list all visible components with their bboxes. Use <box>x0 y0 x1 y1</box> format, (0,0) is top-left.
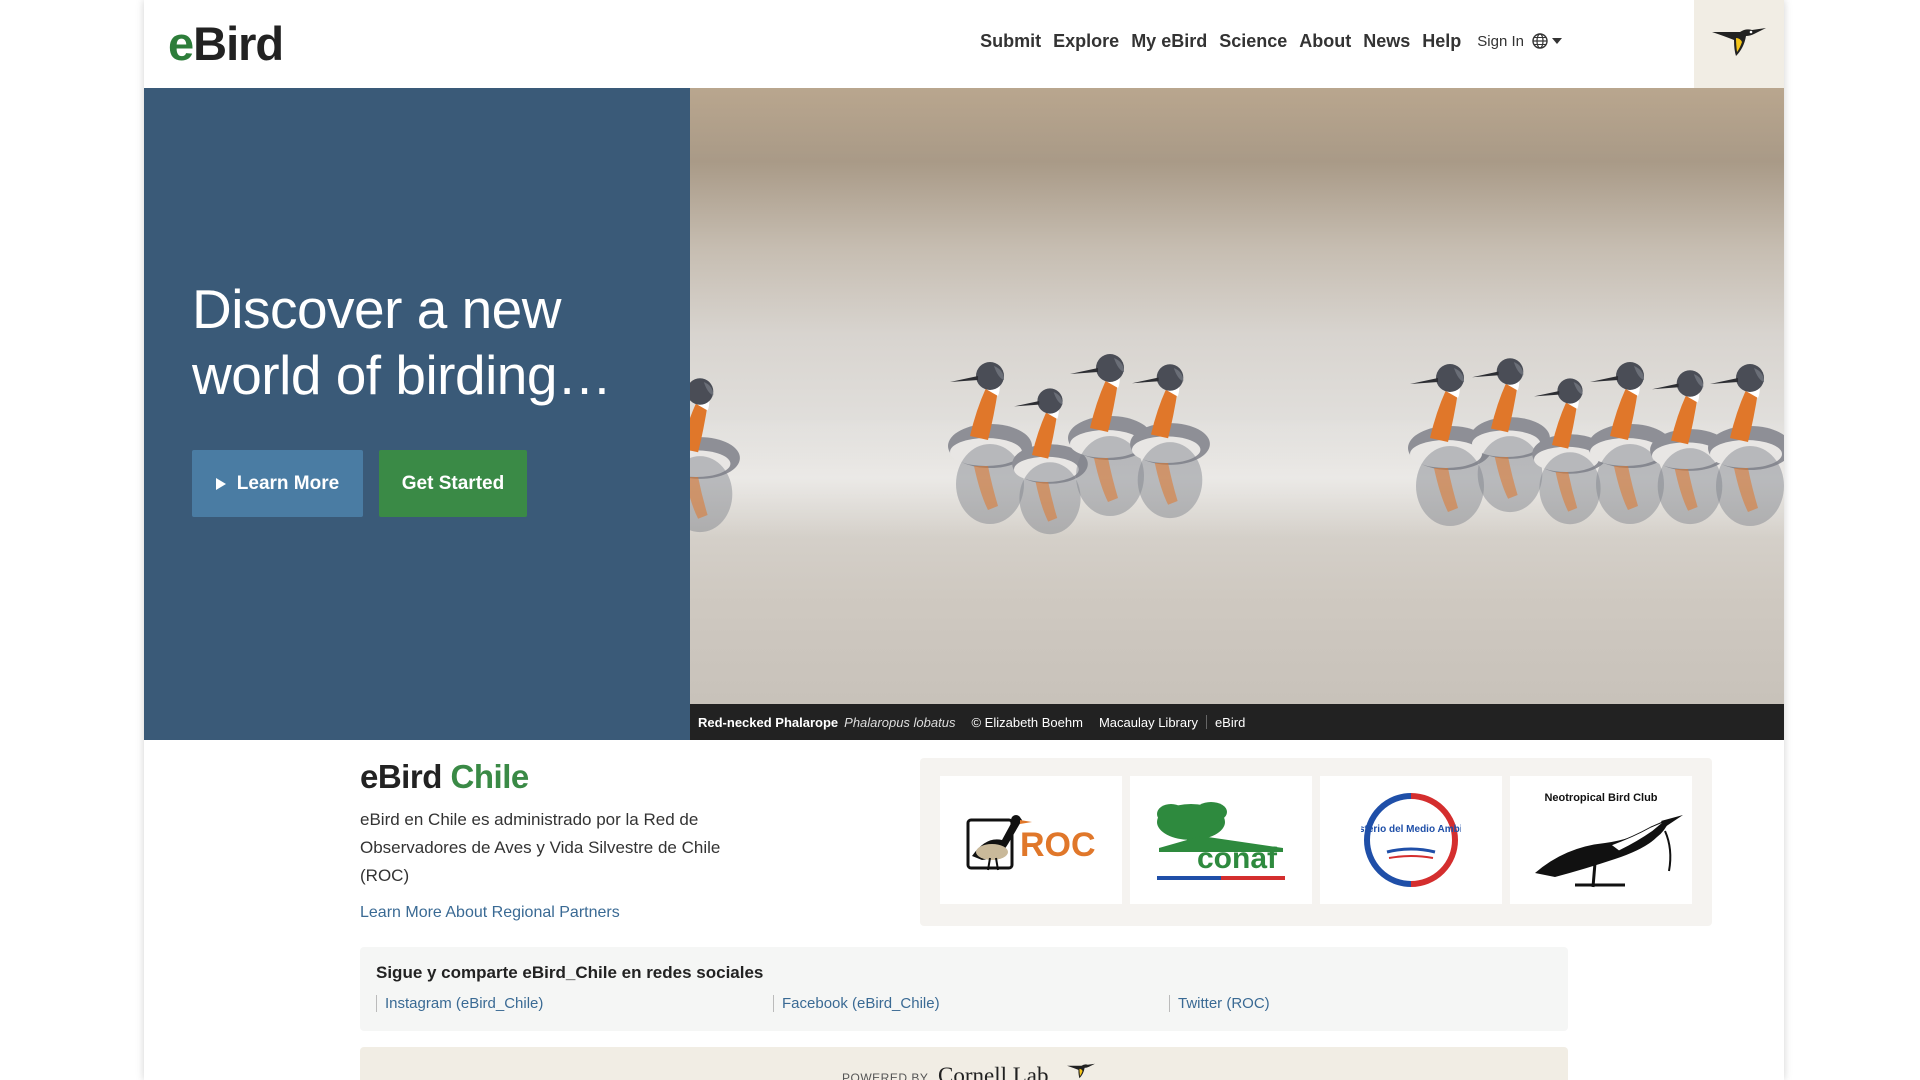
phalarope-birds-image <box>690 354 1784 535</box>
photo-caption: Red-necked Phalarope Phalaropus lobatus … <box>690 704 1784 740</box>
facebook-link[interactable]: Facebook (eBird_Chile) <box>773 995 940 1012</box>
learn-more-button[interactable]: Learn More <box>192 450 363 517</box>
get-started-button[interactable]: Get Started <box>379 450 527 517</box>
species-common-name[interactable]: Red-necked Phalarope <box>698 715 838 730</box>
partner-ministerio[interactable]: Ministerio del Medio Ambiente <box>1320 776 1502 904</box>
macaulay-library-link[interactable]: Macaulay Library <box>1099 715 1198 730</box>
roc-letter-r: ROC <box>1020 826 1096 864</box>
species-scientific-name: Phalaropus lobatus <box>844 714 956 730</box>
hero-panel: Discover a new world of birding… Learn M… <box>144 88 690 740</box>
partner-conaf[interactable]: conaf <box>1130 776 1312 904</box>
cornell-lab-wordmark[interactable]: Cornell Lab <box>938 1063 1049 1080</box>
cornell-lab-logo[interactable] <box>1694 0 1784 88</box>
nav-my-ebird[interactable]: My eBird <box>1131 31 1207 52</box>
sign-in-link[interactable]: Sign In <box>1477 33 1524 50</box>
caption-divider <box>1205 715 1207 729</box>
play-icon <box>215 477 226 490</box>
regional-description: eBird en Chile es administrado por la Re… <box>360 810 721 885</box>
ebird-logo[interactable]: eBird <box>168 16 284 72</box>
hero-photo <box>690 88 1784 704</box>
nbc-label: Neotropical Bird Club <box>1544 792 1657 804</box>
partner-neotropical-bird-club[interactable]: Neotropical Bird Club <box>1510 776 1692 904</box>
lab-bird-icon <box>1067 1063 1095 1079</box>
nav-science[interactable]: Science <box>1219 31 1287 52</box>
roc-logo: ROC <box>966 815 1096 871</box>
social-media-panel: Sigue y comparte eBird_Chile en redes so… <box>360 947 1568 1031</box>
regional-partners-link[interactable]: Learn More About Regional Partners <box>360 904 620 922</box>
ministerio-label: Ministerio del Medio Ambiente <box>1361 824 1461 835</box>
neotropical-bird-club-logo: Neotropical Bird Club <box>1535 792 1683 888</box>
site-header: eBird Submit Explore My eBird Science Ab… <box>144 0 1784 88</box>
nav-explore[interactable]: Explore <box>1053 31 1119 52</box>
conaf-logo: conaf <box>1157 802 1285 880</box>
globe-icon[interactable] <box>1532 33 1548 49</box>
nav-news[interactable]: News <box>1363 31 1410 52</box>
powered-by-banner: POWERED BY Cornell Lab <box>360 1047 1568 1080</box>
social-title: Sigue y comparte eBird_Chile en redes so… <box>376 963 764 982</box>
page-card: eBird Submit Explore My eBird Science Ab… <box>144 0 1784 1080</box>
nav-help[interactable]: Help <box>1422 31 1461 52</box>
lab-bird-icon <box>1712 28 1766 56</box>
ebird-source-link[interactable]: eBird <box>1215 715 1245 730</box>
instagram-link[interactable]: Instagram (eBird_Chile) <box>376 995 543 1012</box>
nav-about[interactable]: About <box>1299 31 1351 52</box>
hero-headline: Discover a new world of birding… <box>192 278 612 406</box>
twitter-link[interactable]: Twitter (ROC) <box>1169 995 1270 1012</box>
main-nav: Submit Explore My eBird Science About Ne… <box>968 28 1562 54</box>
photo-credit[interactable]: © Elizabeth Boehm <box>971 715 1082 730</box>
nav-submit[interactable]: Submit <box>980 31 1041 52</box>
conaf-wordmark: conaf <box>1197 842 1278 875</box>
powered-by-label: POWERED BY <box>842 1071 929 1080</box>
chevron-down-icon[interactable] <box>1552 38 1562 44</box>
hero-section: Discover a new world of birding… Learn M… <box>144 88 1784 740</box>
partner-logos: ROC conaf sterio del Medio Ambi Neotropi… <box>920 758 1712 926</box>
regional-title: eBird Chile <box>360 758 529 795</box>
ministerio-medio-ambiente-logo: Ministerio del Medio Ambiente <box>1361 793 1461 887</box>
partner-roc[interactable]: ROC <box>940 776 1122 904</box>
